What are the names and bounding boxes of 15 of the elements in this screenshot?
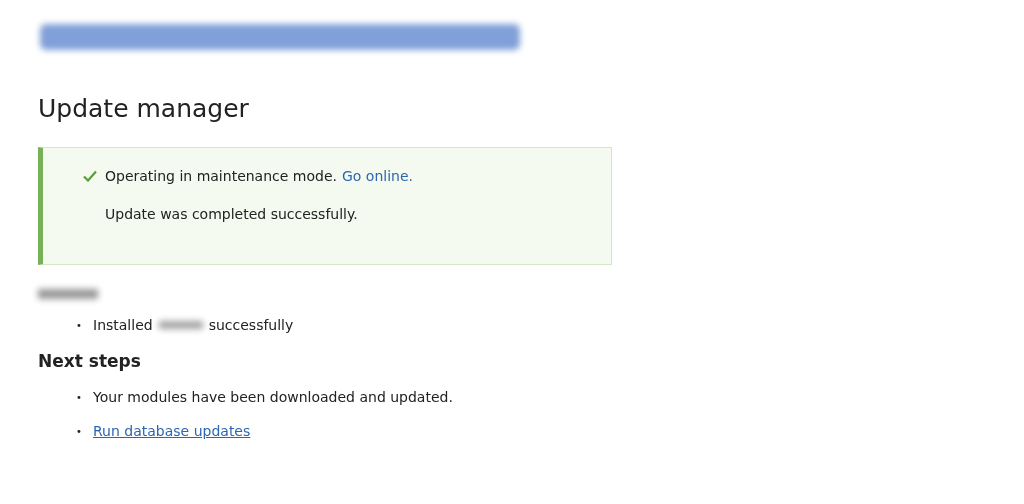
page-title: Update manager bbox=[38, 94, 250, 123]
message-text: Update was completed successfully. bbox=[105, 206, 358, 222]
installed-text: successfully bbox=[208, 317, 294, 333]
run-updates-link[interactable]: Run database updates bbox=[93, 423, 251, 439]
section-heading: Next steps bbox=[38, 351, 142, 371]
redacted-text bbox=[38, 289, 98, 299]
bullet: • bbox=[76, 391, 83, 403]
bullet: • bbox=[76, 319, 83, 331]
message-text: Operating in maintenance mode. bbox=[105, 168, 337, 184]
redacted-text bbox=[158, 321, 203, 329]
bullet: • bbox=[76, 425, 83, 437]
go-online-link[interactable]: Go online. bbox=[342, 168, 413, 184]
check-icon bbox=[83, 170, 97, 182]
installed-text: Installed bbox=[93, 317, 153, 333]
step-text: Your modules have been downloaded and updated. bbox=[93, 389, 453, 405]
